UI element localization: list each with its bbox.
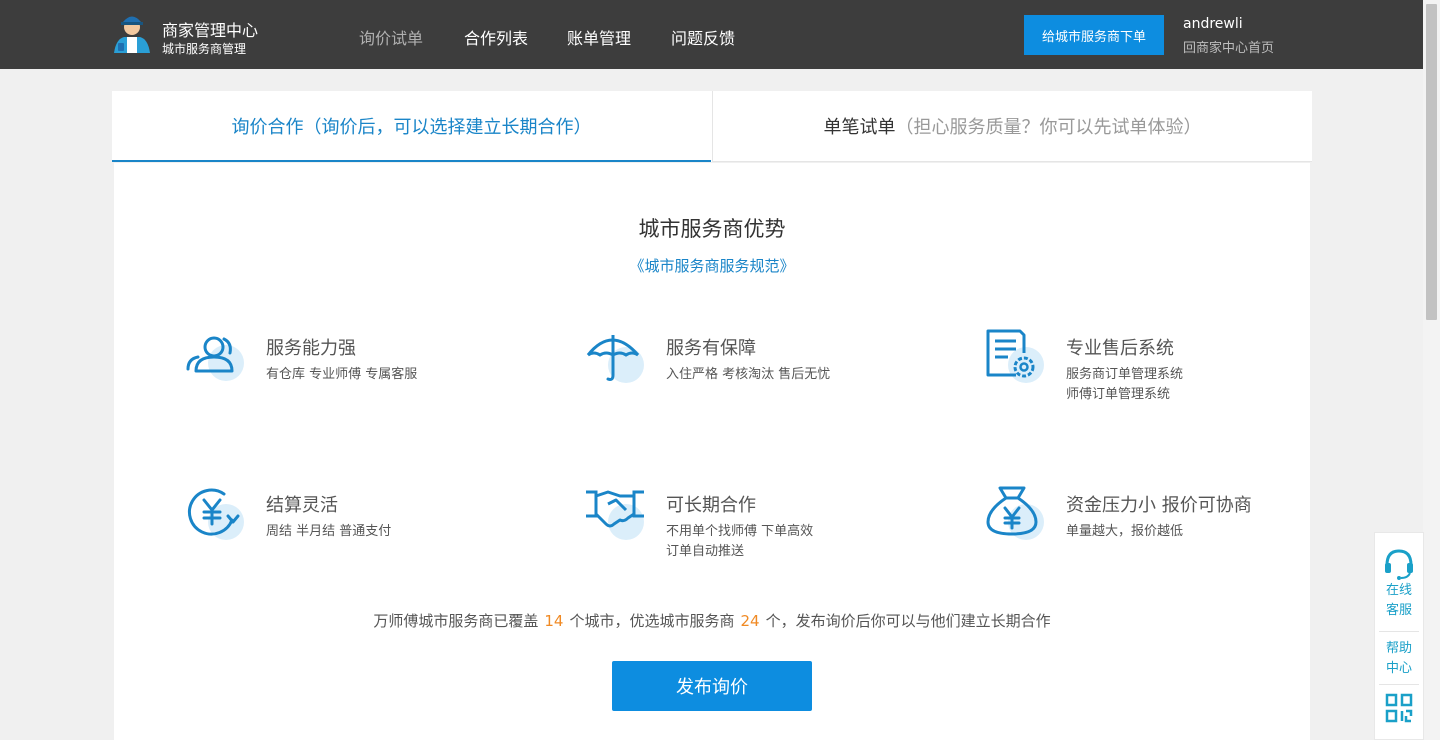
logo-worker-icon bbox=[114, 16, 150, 53]
feature-desc-line: 订单自动推送 bbox=[666, 544, 745, 559]
document-gear-icon bbox=[986, 329, 1044, 383]
feature-desc: 不用单个找师傅 下单高效 订单自动推送 bbox=[666, 522, 813, 562]
feature-desc: 周结 半月结 普通支付 bbox=[266, 522, 391, 542]
feature-desc-line: 周结 半月结 普通支付 bbox=[266, 524, 392, 539]
divider bbox=[1379, 631, 1419, 632]
provider-count: 24 bbox=[740, 612, 760, 630]
feature-desc: 服务商订单管理系统 师傅订单管理系统 bbox=[1066, 365, 1183, 405]
feature-desc-line: 单量越大，报价越低 bbox=[1066, 524, 1184, 539]
scrollbar-thumb[interactable] bbox=[1426, 4, 1437, 320]
feature-desc-line: 入住严格 考核淘汰 售后无忧 bbox=[666, 367, 831, 382]
brand-title: 商家管理中心 bbox=[162, 21, 259, 40]
order-provider-button[interactable]: 给城市服务商下单 bbox=[1024, 15, 1164, 55]
feature-title: 服务能力强 bbox=[266, 338, 356, 359]
help-center-button[interactable]: 帮助 中心 bbox=[1375, 639, 1423, 679]
panel-title: 城市服务商优势 bbox=[638, 217, 786, 241]
help-center-label-2: 中心 bbox=[1385, 661, 1412, 676]
online-service-label-2: 客服 bbox=[1385, 603, 1412, 618]
feature-desc: 入住严格 考核淘汰 售后无忧 bbox=[666, 365, 830, 385]
top-navbar: 商家管理中心 城市服务商管理 询价试单 合作列表 账单管理 问题反馈 给城市服务… bbox=[0, 0, 1423, 69]
money-bag-icon bbox=[986, 486, 1044, 540]
tab-inquiry-cooperation[interactable]: 询价合作（询价后，可以选择建立长期合作） bbox=[112, 91, 711, 162]
tab-single-trial[interactable]: 单笔试单 （担心服务质量？你可以先试单体验） bbox=[712, 91, 1312, 162]
feature-title: 可长期合作 bbox=[666, 495, 756, 516]
umbrella-icon bbox=[586, 335, 644, 383]
divider bbox=[1379, 684, 1419, 685]
feature-desc: 单量越大，报价越低 bbox=[1066, 522, 1183, 542]
city-count: 14 bbox=[544, 612, 564, 630]
feature-desc-line: 服务商订单管理系统 bbox=[1066, 367, 1184, 382]
brand-subtitle: 城市服务商管理 bbox=[162, 42, 247, 56]
tab-trial-note: （担心服务质量？你可以先试单体验） bbox=[895, 117, 1202, 138]
feature-title: 结算灵活 bbox=[266, 495, 338, 516]
publish-inquiry-button[interactable]: 发布询价 bbox=[612, 661, 812, 711]
headset-icon bbox=[1385, 549, 1413, 580]
nav-inquiry-trial[interactable]: 询价试单 bbox=[359, 25, 423, 49]
feature-title: 专业售后系统 bbox=[1066, 338, 1174, 359]
feature-desc-line: 有仓库 专业师傅 专属客服 bbox=[266, 367, 418, 382]
feature-desc-line: 师傅订单管理系统 bbox=[1066, 387, 1171, 402]
yen-refresh-icon bbox=[188, 488, 244, 540]
nav-bill-management[interactable]: 账单管理 bbox=[567, 25, 631, 49]
coverage-stats: 万师傅城市服务商已覆盖 14 个城市，优选城市服务商 24 个，发布询价后你可以与他们建… bbox=[114, 610, 1310, 631]
username[interactable]: andrewli bbox=[1183, 16, 1243, 32]
feature-title: 服务有保障 bbox=[666, 338, 756, 359]
nav-cooperation-list[interactable]: 合作列表 bbox=[464, 25, 528, 49]
feature-desc: 有仓库 专业师傅 专属客服 bbox=[266, 365, 417, 385]
online-service-button[interactable]: 在线 客服 bbox=[1375, 547, 1423, 621]
feature-title: 资金压力小 报价可协商 bbox=[1066, 495, 1252, 516]
online-service-label-1: 在线 bbox=[1385, 583, 1412, 598]
qrcode-button[interactable] bbox=[1375, 693, 1423, 723]
merchant-home-link[interactable]: 回商家中心首页 bbox=[1183, 37, 1274, 56]
tab-inquiry-label: 询价合作（询价后，可以选择建立长期合作） bbox=[231, 116, 592, 138]
stats-text-1: 万师傅城市服务商已覆盖 bbox=[373, 612, 539, 630]
tab-trial-label: 单笔试单 bbox=[823, 117, 896, 138]
users-icon bbox=[186, 336, 244, 381]
feature-desc-line: 不用单个找师傅 下单高效 bbox=[666, 524, 814, 539]
help-center-label-1: 帮助 bbox=[1385, 641, 1412, 656]
qrcode-icon bbox=[1385, 693, 1413, 723]
service-standard-link[interactable]: 《城市服务商服务规范》 bbox=[114, 255, 1310, 276]
nav-feedback[interactable]: 问题反馈 bbox=[671, 25, 735, 49]
floating-toolbar: 在线 客服 帮助 中心 bbox=[1374, 532, 1424, 740]
mode-tabs: 询价合作（询价后，可以选择建立长期合作） 单笔试单 （担心服务质量？你可以先试单体… bbox=[112, 91, 1312, 162]
stats-text-2: 个城市，优选城市服务商 bbox=[569, 612, 735, 630]
handshake-icon bbox=[586, 490, 644, 540]
advantages-panel: 城市服务商优势 《城市服务商服务规范》 服务能力强 有仓库 专业师傅 专属客服 … bbox=[114, 163, 1310, 740]
stats-text-3: 个，发布询价后你可以与他们建立长期合作 bbox=[765, 612, 1051, 630]
